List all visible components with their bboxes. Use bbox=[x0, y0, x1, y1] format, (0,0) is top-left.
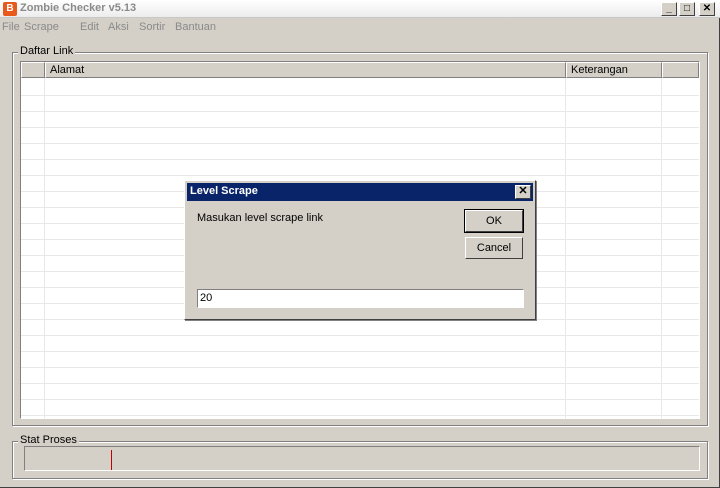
cancel-button[interactable]: Cancel bbox=[465, 237, 523, 259]
grid-line bbox=[21, 159, 699, 160]
level-scrape-dialog: Level Scrape ✕ Masukan level scrape link… bbox=[184, 180, 536, 320]
dialog-title-bar[interactable]: Level Scrape ✕ bbox=[187, 183, 533, 201]
menu-sortir[interactable]: Sortir bbox=[139, 21, 165, 33]
grid-line bbox=[21, 415, 699, 416]
grid-line bbox=[21, 127, 699, 128]
window-title: Zombie Checker v5.13 bbox=[20, 2, 137, 14]
menu-aksi[interactable]: Aksi bbox=[108, 21, 129, 33]
column-header-keterangan[interactable]: Keterangan bbox=[566, 62, 662, 78]
menu-edit[interactable]: Edit bbox=[80, 21, 99, 33]
column-header-alamat[interactable]: Alamat bbox=[45, 62, 566, 78]
grid-line bbox=[21, 383, 699, 384]
grid-line bbox=[21, 335, 699, 336]
dialog-close-button[interactable]: ✕ bbox=[515, 185, 531, 199]
status-group-label: Stat Proses bbox=[18, 434, 79, 446]
maximize-button[interactable]: □ bbox=[679, 2, 695, 16]
menu-file[interactable]: File bbox=[2, 21, 20, 33]
dialog-prompt: Masukan level scrape link bbox=[197, 212, 323, 224]
grid-line bbox=[21, 143, 699, 144]
title-bar[interactable]: B Zombie Checker v5.13 _ □ ✕ bbox=[0, 0, 720, 18]
minimize-button[interactable]: _ bbox=[661, 2, 677, 16]
grid-line bbox=[21, 95, 699, 96]
grid-line bbox=[21, 399, 699, 400]
close-button[interactable]: ✕ bbox=[699, 2, 715, 16]
process-progress-bar bbox=[24, 446, 700, 471]
menu-bantuan[interactable]: Bantuan bbox=[175, 21, 216, 33]
level-input[interactable]: 20 bbox=[197, 289, 524, 308]
dialog-title: Level Scrape bbox=[190, 185, 258, 197]
grid-line bbox=[21, 111, 699, 112]
ok-button[interactable]: OK bbox=[464, 209, 524, 233]
grid-line bbox=[21, 175, 699, 176]
grid-line bbox=[21, 367, 699, 368]
links-group-label: Daftar Link bbox=[18, 45, 76, 57]
menu-scrape[interactable]: Scrape bbox=[24, 21, 59, 33]
grid-line bbox=[21, 351, 699, 352]
menu-bar: File Scrape Edit Aksi Sortir Bantuan bbox=[0, 19, 720, 37]
main-window: B Zombie Checker v5.13 _ □ ✕ File Scrape… bbox=[0, 0, 720, 488]
app-icon[interactable]: B bbox=[3, 2, 17, 16]
column-header-extra[interactable] bbox=[662, 62, 699, 78]
column-header-index[interactable] bbox=[21, 62, 45, 78]
progress-marker bbox=[111, 450, 112, 470]
